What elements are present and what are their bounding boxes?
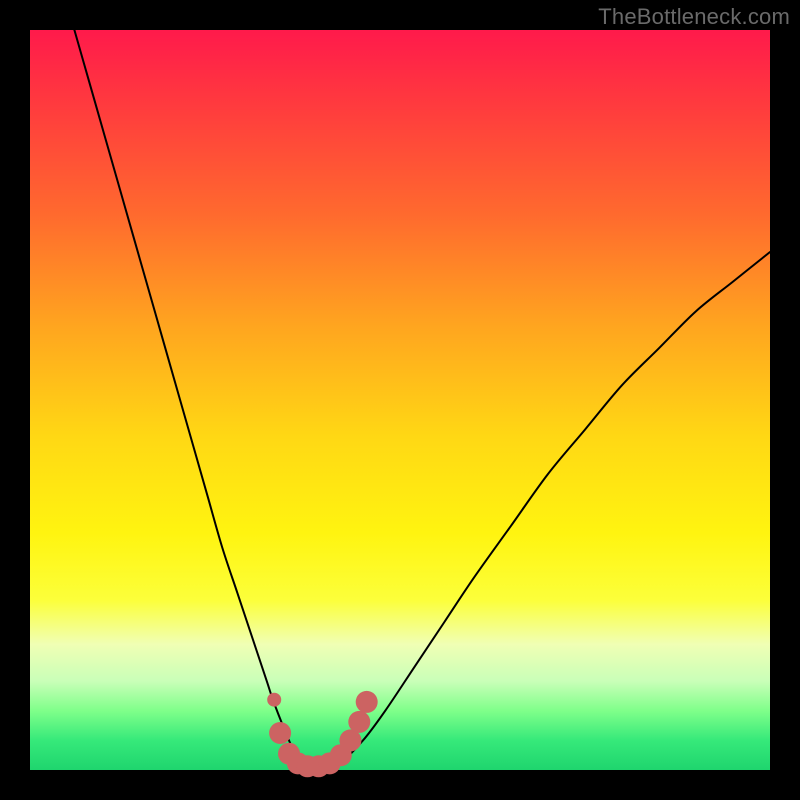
bottleneck-curve: [74, 30, 770, 771]
highlight-markers: [267, 691, 378, 777]
plot-area: [30, 30, 770, 770]
marker-dot: [348, 711, 370, 733]
marker-dot: [267, 693, 281, 707]
chart-frame: TheBottleneck.com: [0, 0, 800, 800]
curve-svg: [30, 30, 770, 770]
marker-dot: [269, 722, 291, 744]
marker-dot: [356, 691, 378, 713]
watermark-text: TheBottleneck.com: [598, 4, 790, 30]
